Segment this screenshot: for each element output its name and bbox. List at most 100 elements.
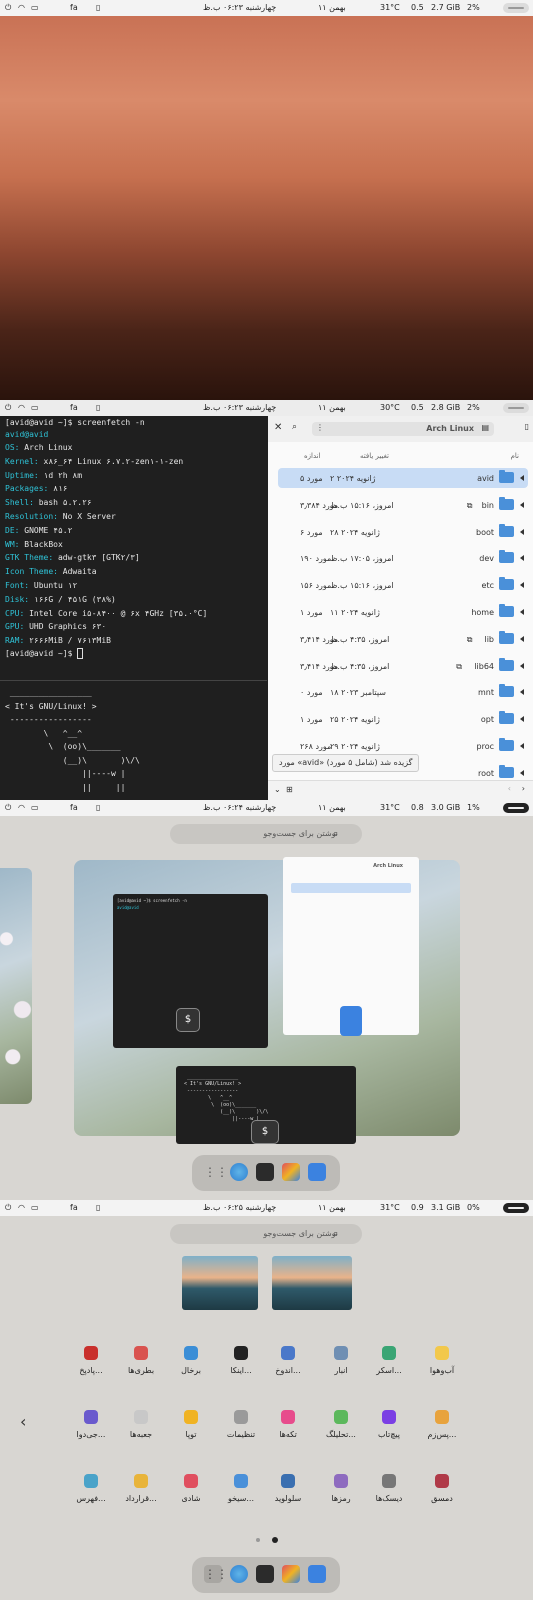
grid-view-icon[interactable]: ⊞ — [286, 785, 293, 794]
expand-icon[interactable] — [520, 475, 524, 481]
wifi-icon[interactable]: ◠ — [18, 403, 25, 412]
screencast-icon[interactable]: ▭ — [31, 1203, 39, 1212]
expand-icon[interactable] — [520, 769, 524, 776]
screencast-icon[interactable]: ▭ — [31, 803, 39, 812]
app-launcher[interactable]: پس‌زم... — [414, 1410, 470, 1439]
wifi-icon[interactable]: ◠ — [18, 803, 25, 812]
expand-icon[interactable] — [520, 582, 524, 589]
clipboard-icon[interactable]: ▯ — [96, 403, 100, 412]
clipboard-icon[interactable]: ▯ — [96, 803, 100, 812]
terminal-icon[interactable] — [256, 1163, 274, 1181]
browser-icon[interactable] — [230, 1163, 248, 1181]
app-launcher[interactable]: دمسق — [414, 1474, 470, 1503]
workspace-indicator[interactable] — [503, 3, 529, 13]
expand-icon[interactable] — [520, 689, 524, 696]
screencast-icon[interactable]: ▭ — [31, 403, 39, 412]
close-icon[interactable]: ✕ — [274, 422, 282, 433]
clock[interactable]: چهارشنبه ۰۶:۲۵ ب.ظ — [203, 1203, 276, 1212]
terminal-icon[interactable] — [256, 1565, 274, 1583]
workspace-indicator[interactable] — [503, 803, 529, 813]
menu-dots-icon[interactable]: ⋮ — [316, 423, 324, 432]
expand-icon[interactable] — [520, 662, 524, 669]
sidebar-toggle-icon[interactable]: ▯ — [525, 422, 529, 431]
app-launcher[interactable]: اسکر... — [361, 1346, 417, 1375]
file-row[interactable]: bin ⧉ امروز، ۱۵:۱۶ ب.ظ ۳٫۳۸۴ مورد — [278, 495, 528, 515]
column-modified[interactable]: تغییر یافته — [360, 452, 389, 460]
clipboard-icon[interactable]: ▯ — [96, 1203, 100, 1212]
wifi-icon[interactable]: ◠ — [18, 1203, 25, 1212]
power-icon[interactable]: ⏻ — [5, 3, 11, 13]
app-launcher[interactable]: بطری‌ها — [113, 1346, 169, 1375]
app-launcher[interactable]: دیسک‌ها — [361, 1474, 417, 1503]
file-row[interactable]: boot ۲۸ ژانویه ۲۰۲۴ ۶ مورد — [278, 522, 528, 542]
workspace-indicator[interactable] — [503, 403, 529, 413]
app-launcher[interactable]: جعبه‌ها — [113, 1410, 169, 1439]
wifi-icon[interactable]: ◠ — [18, 3, 25, 12]
app-grid-icon[interactable]: ⋮⋮⋮ — [204, 1565, 240, 1583]
clipboard-icon[interactable]: ▯ — [96, 3, 100, 12]
expand-icon[interactable] — [520, 501, 524, 508]
expand-icon[interactable] — [520, 743, 524, 749]
power-icon[interactable]: ⏻ — [5, 803, 11, 813]
expand-icon[interactable] — [520, 716, 524, 723]
screencast-icon[interactable]: ▭ — [31, 3, 39, 12]
clock[interactable]: چهارشنبه ۰۶:۲۳ ب.ظ — [203, 3, 276, 12]
app-launcher[interactable]: شادی — [163, 1474, 219, 1503]
terminal-window[interactable]: [avid@avid ~]$ screenfetch -n avid@avid … — [0, 416, 267, 800]
clock[interactable]: چهارشنبه ۰۶:۲۳ ب.ظ — [203, 403, 276, 412]
search-input[interactable]: نوشتن برای جست‌وجو ⌕ — [170, 824, 362, 844]
file-row[interactable]: lib64 ⧉ امروز، ۴:۳۵ ب.ظ ۳٫۴۱۴ مورد — [278, 656, 528, 676]
keyboard-layout[interactable]: fa — [70, 1203, 78, 1212]
expand-icon[interactable] — [520, 635, 524, 642]
browser-icon[interactable] — [230, 1565, 248, 1583]
app-launcher[interactable]: پیچ‌تاب — [361, 1410, 417, 1439]
app-launcher[interactable]: قرارداد... — [113, 1474, 169, 1503]
workspace-thumbnail-1[interactable] — [182, 1256, 258, 1310]
forward-icon[interactable]: › — [522, 784, 525, 793]
file-row[interactable]: dev امروز، ۱۷:۰۵ ب.ظ ۱۹۰ مورد — [278, 548, 528, 568]
inkscape-dock-icon[interactable] — [282, 1163, 300, 1181]
terminal-prompt[interactable]: [avid@avid ~]$ — [5, 648, 84, 659]
file-row[interactable]: avid ۲ ژانویه ۲۰۲۴ ۵ مورد — [278, 468, 528, 488]
file-row[interactable]: etc امروز، ۱۵:۱۶ ب.ظ ۱۵۶ مورد — [278, 575, 528, 595]
workspace-thumbnail-prev[interactable] — [0, 868, 32, 1104]
expand-icon[interactable] — [520, 609, 524, 615]
workspace-thumbnail-2[interactable] — [272, 1256, 352, 1310]
power-icon[interactable]: ⏻ — [5, 1203, 11, 1213]
app-launcher[interactable]: فهرس... — [63, 1474, 119, 1503]
file-manager-window[interactable]: ✕ ⌕ ⋮ Arch Linux ▤ ▯ اندازه تغییر یافته … — [268, 416, 533, 800]
page-dot-1[interactable] — [256, 1538, 260, 1542]
file-row[interactable]: lib ⧉ امروز، ۴:۳۵ ب.ظ ۳٫۴۱۴ مورد — [278, 629, 528, 649]
keyboard-layout[interactable]: fa — [70, 3, 78, 12]
files-dock-icon[interactable] — [308, 1163, 326, 1181]
app-launcher[interactable]: پادپخ... — [63, 1346, 119, 1375]
app-launcher[interactable]: آب‌وهوا — [414, 1346, 470, 1375]
back-icon[interactable]: ‹ — [508, 784, 511, 793]
column-name[interactable]: نام — [511, 452, 519, 460]
workspace-indicator[interactable] — [503, 1203, 529, 1213]
app-launcher[interactable]: انبار — [313, 1346, 369, 1375]
column-size[interactable]: اندازه — [304, 452, 321, 460]
power-icon[interactable]: ⏻ — [5, 403, 11, 413]
app-launcher[interactable]: سیخو... — [213, 1474, 269, 1503]
chevron-down-icon[interactable]: ⌄ — [274, 785, 281, 794]
app-launcher[interactable]: جی‌دوا... — [63, 1410, 119, 1439]
files-dock-icon[interactable] — [308, 1565, 326, 1583]
file-row[interactable]: mnt ۱۸ سپتامبر ۲۰۲۳ ۰ مورد — [278, 682, 528, 702]
app-launcher[interactable]: برخال — [163, 1346, 219, 1375]
app-launcher[interactable]: توپا — [163, 1410, 219, 1439]
chevron-left-icon[interactable]: ‹ — [20, 1412, 26, 1431]
keyboard-layout[interactable]: fa — [70, 803, 78, 812]
app-launcher[interactable]: تنظیمات — [213, 1410, 269, 1439]
expand-icon[interactable] — [520, 555, 524, 562]
page-dot-2[interactable] — [272, 1537, 278, 1543]
expand-icon[interactable] — [520, 528, 524, 535]
file-row[interactable]: proc ۲۹ ژانویه ۲۰۲۴ ۲۶۸ مورد — [278, 736, 528, 756]
search-icon[interactable]: ⌕ — [292, 422, 297, 432]
inkscape-dock-icon[interactable] — [282, 1565, 300, 1583]
clock[interactable]: چهارشنبه ۰۶:۲۴ ب.ظ — [203, 803, 276, 812]
app-grid-icon[interactable]: ⋮⋮⋮ — [204, 1163, 240, 1181]
app-launcher[interactable]: رمزها — [313, 1474, 369, 1503]
file-row[interactable]: home ۱۱ ژانویه ۲۰۲۴ ۱ مورد — [278, 602, 528, 622]
location-bar[interactable]: ⋮ Arch Linux ▤ — [312, 422, 494, 436]
